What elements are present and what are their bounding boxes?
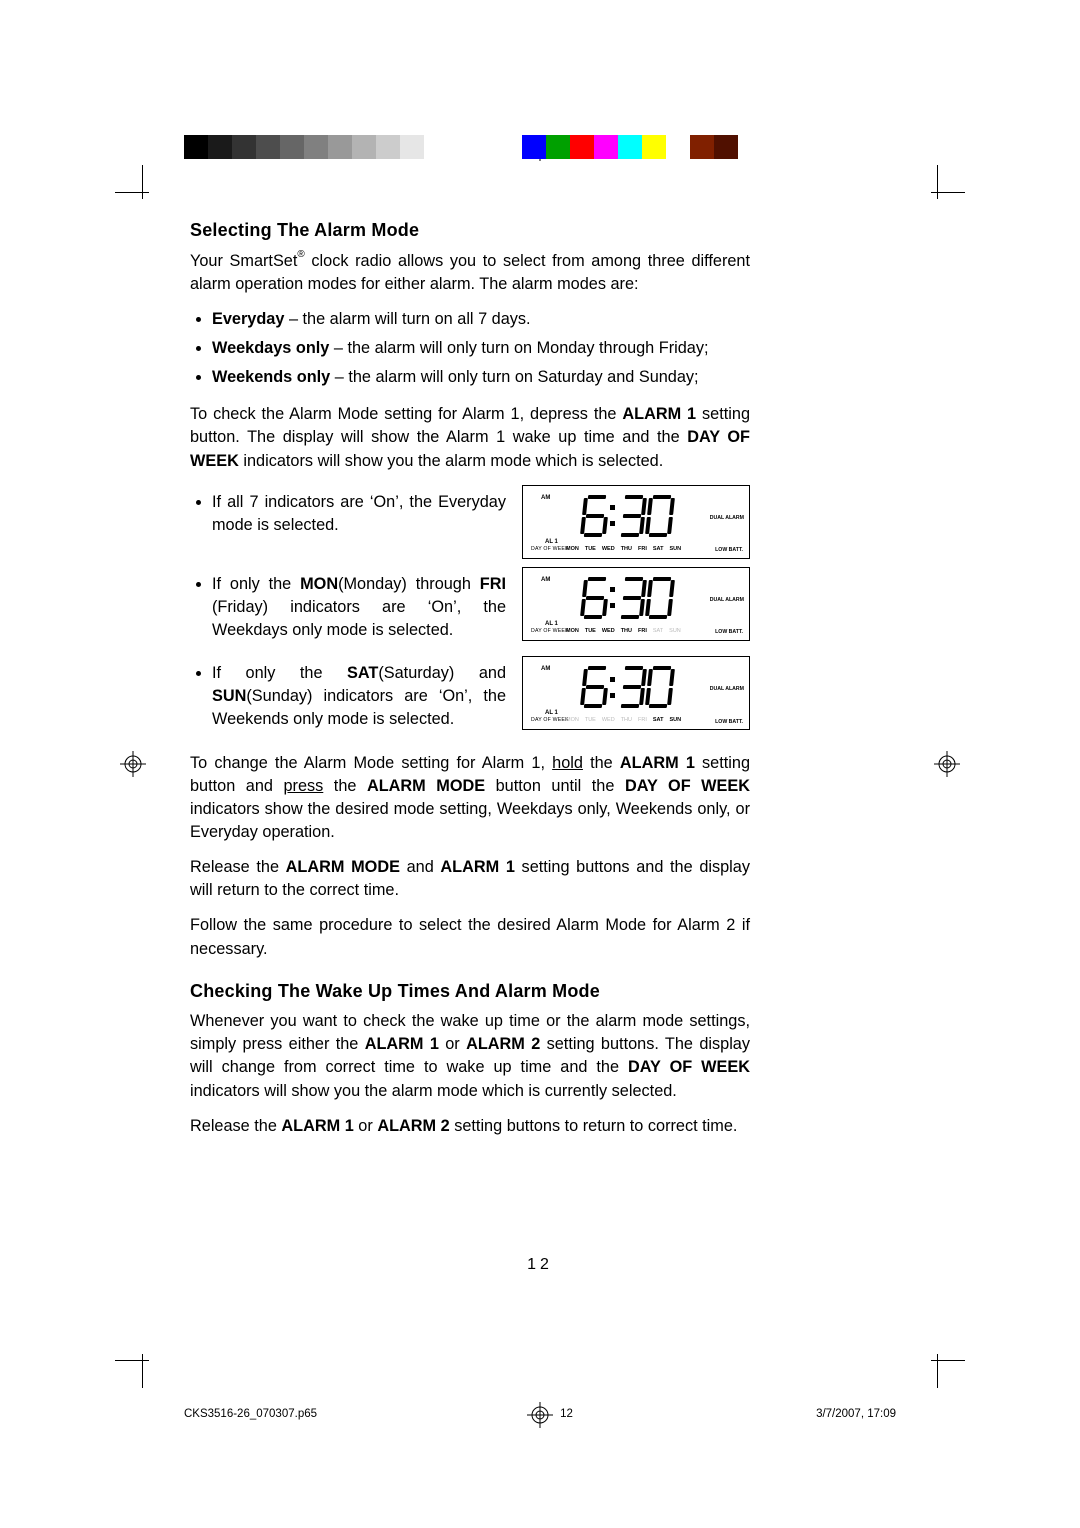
registered-trademark-icon: ®: [297, 249, 304, 260]
registration-mark-icon: [934, 751, 960, 777]
heading-selecting-alarm-mode: Selecting The Alarm Mode: [190, 218, 750, 244]
lcd-figure-weekends: AMAL 1DAY OF WEEKDUAL ALARMLOW BATT.MONT…: [522, 656, 750, 730]
lcd-figure-everyday: AMAL 1DAY OF WEEKDUAL ALARMLOW BATT.MONT…: [522, 485, 750, 559]
crop-mark: [115, 1348, 155, 1388]
list-item: If only the MON(Monday) through FRI (Fri…: [212, 573, 506, 642]
list-item: Everyday – the alarm will turn on all 7 …: [212, 308, 750, 331]
check-paragraph: To check the Alarm Mode setting for Alar…: [190, 403, 750, 472]
list-item: Weekdays only – the alarm will only turn…: [212, 337, 750, 360]
mode-weekends-row: If only the SAT(Saturday) and SUN(Sunday…: [190, 656, 750, 737]
content-column: Selecting The Alarm Mode Your SmartSet® …: [190, 218, 750, 1150]
lcd-figure-weekdays: AMAL 1DAY OF WEEKDUAL ALARMLOW BATT.MONT…: [522, 567, 750, 641]
alarm-mode-list: Everyday – the alarm will turn on all 7 …: [190, 308, 750, 389]
follow-paragraph: Follow the same procedure to select the …: [190, 914, 750, 960]
crop-mark: [925, 1348, 965, 1388]
page-number: 12: [0, 1256, 1080, 1274]
footer-filename: CKS3516-26_070307.p65: [184, 1408, 317, 1420]
color-calibration-bar: [522, 135, 738, 159]
list-item: Weekends only – the alarm will only turn…: [212, 366, 750, 389]
crop-mark: [925, 165, 965, 205]
registration-mark-icon: [120, 751, 146, 777]
check-p1: Whenever you want to check the wake up t…: [190, 1010, 750, 1103]
check-p2: Release the ALARM 1 or ALARM 2 setting b…: [190, 1115, 750, 1138]
crop-mark: [115, 165, 155, 205]
change-paragraph: To change the Alarm Mode setting for Ala…: [190, 752, 750, 845]
mode-weekdays-row: If only the MON(Monday) through FRI (Fri…: [190, 567, 750, 648]
grayscale-calibration-bar: [184, 135, 448, 159]
mode-everyday-row: If all 7 indicators are ‘On’, the Everyd…: [190, 485, 750, 559]
footer-page: 12: [317, 1408, 816, 1420]
release-paragraph: Release the ALARM MODE and ALARM 1 setti…: [190, 856, 750, 902]
list-item: If only the SAT(Saturday) and SUN(Sunday…: [212, 662, 506, 731]
list-item: If all 7 indicators are ‘On’, the Everyd…: [212, 491, 506, 537]
intro-paragraph: Your SmartSet® clock radio allows you to…: [190, 250, 750, 296]
footer-timestamp: 3/7/2007, 17:09: [816, 1408, 896, 1420]
heading-checking-wake-up: Checking The Wake Up Times And Alarm Mod…: [190, 979, 750, 1005]
footer-line: CKS3516-26_070307.p65 12 3/7/2007, 17:09: [184, 1408, 896, 1420]
